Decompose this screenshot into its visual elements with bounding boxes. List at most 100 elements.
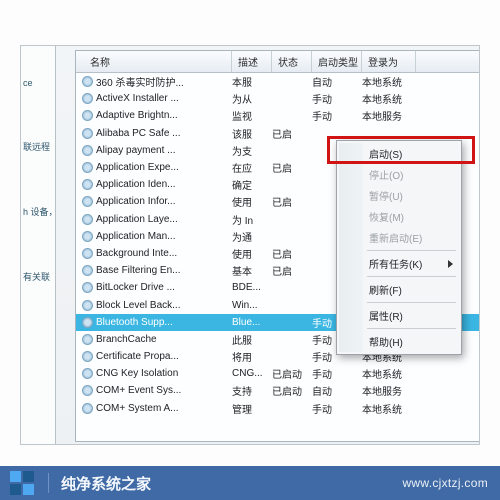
- header-desc[interactable]: 描述: [232, 51, 272, 72]
- gear-icon: [82, 179, 93, 190]
- menu-refresh[interactable]: 刷新(F): [339, 279, 459, 300]
- service-starttype: 自动: [312, 383, 362, 398]
- service-desc: 确定: [232, 177, 272, 192]
- service-name: ActiveX Installer ...: [96, 93, 179, 104]
- service-name: Application Laye...: [96, 214, 178, 225]
- service-starttype: 手动: [312, 401, 362, 416]
- service-status: 已启: [272, 246, 312, 261]
- service-desc: 使用: [232, 246, 272, 261]
- service-desc: BDE...: [232, 282, 272, 293]
- service-starttype: 手动: [312, 108, 362, 123]
- gear-icon: [82, 265, 93, 276]
- service-name: Certificate Propa...: [96, 351, 179, 362]
- service-logon: 本地服务: [362, 383, 416, 398]
- gear-icon: [82, 385, 93, 396]
- gear-icon: [82, 93, 93, 104]
- service-desc: 为支: [232, 143, 272, 158]
- menu-resume: 恢复(M): [339, 206, 459, 227]
- service-name: Bluetooth Supp...: [96, 317, 173, 328]
- service-name: Application Infor...: [96, 196, 176, 207]
- service-starttype: 手动: [312, 366, 362, 381]
- service-desc: 管理: [232, 401, 272, 416]
- gear-icon: [82, 300, 93, 311]
- column-headers: 名称 描述 状态 启动类型 登录为: [76, 51, 480, 73]
- service-name: Application Man...: [96, 231, 176, 242]
- gear-icon: [82, 368, 93, 379]
- gear-icon: [82, 214, 93, 225]
- service-status: 已启: [272, 126, 312, 141]
- gear-icon: [82, 145, 93, 156]
- service-row[interactable]: COM+ Event Sys... 支持已启动自动本地服务: [76, 382, 480, 399]
- service-desc: 为从: [232, 91, 272, 106]
- service-name: Block Level Back...: [96, 300, 180, 311]
- service-name: Application Expe...: [96, 162, 179, 173]
- header-logon[interactable]: 登录为: [362, 51, 416, 72]
- gear-icon: [82, 162, 93, 173]
- header-name[interactable]: 名称: [76, 51, 232, 72]
- service-desc: 该服: [232, 126, 272, 141]
- gear-icon: [82, 110, 93, 121]
- brand-text: 纯净系统之家: [61, 473, 151, 494]
- service-logon: 本地系统: [362, 401, 416, 416]
- service-status: 已启动: [272, 383, 312, 398]
- service-logon: 本地服务: [362, 108, 416, 123]
- header-starttype[interactable]: 启动类型: [312, 51, 362, 72]
- service-name: Alipay payment ...: [96, 145, 175, 156]
- service-row[interactable]: Adaptive Brightn... 监视 手动本地服务: [76, 107, 480, 124]
- service-starttype: 自动: [312, 74, 362, 89]
- service-desc: 使用: [232, 194, 272, 209]
- gear-icon: [82, 196, 93, 207]
- context-menu: 启动(S) 停止(O) 暂停(U) 恢复(M) 重新启动(E) 所有任务(K) …: [336, 140, 462, 355]
- service-desc: 支持: [232, 383, 272, 398]
- service-name: COM+ System A...: [96, 403, 179, 414]
- gear-icon: [82, 403, 93, 414]
- service-desc: Win...: [232, 300, 272, 311]
- service-desc: 此服: [232, 332, 272, 347]
- service-desc: 为通: [232, 229, 272, 244]
- service-name: Alibaba PC Safe ...: [96, 128, 181, 139]
- left-fragment: 联远程: [21, 114, 55, 179]
- service-starttype: 手动: [312, 91, 362, 106]
- service-logon: 本地系统: [362, 366, 416, 381]
- service-desc: Blue...: [232, 317, 272, 328]
- service-row[interactable]: COM+ System A... 管理 手动本地系统: [76, 400, 480, 417]
- service-name: COM+ Event Sys...: [96, 385, 181, 396]
- gear-icon: [82, 128, 93, 139]
- service-name: BitLocker Drive ...: [96, 282, 175, 293]
- gear-icon: [82, 334, 93, 345]
- watermark-footer: 纯净系统之家 www.cjxtzj.com: [0, 466, 500, 500]
- service-status: 已启动: [272, 366, 312, 381]
- brand-url: www.cjxtzj.com: [402, 476, 488, 490]
- header-status[interactable]: 状态: [272, 51, 312, 72]
- menu-help[interactable]: 帮助(H): [339, 331, 459, 352]
- menu-properties[interactable]: 属性(R): [339, 305, 459, 326]
- service-desc: 在应: [232, 160, 272, 175]
- service-name: Application Iden...: [96, 179, 176, 190]
- service-row[interactable]: CNG Key IsolationCNG...已启动手动本地系统: [76, 365, 480, 382]
- service-row[interactable]: 360 杀毒实时防护...本服自动本地系统: [76, 73, 480, 90]
- service-desc: 为 In: [232, 212, 272, 227]
- service-name: Background Inte...: [96, 248, 177, 259]
- left-fragment: ce: [21, 52, 55, 114]
- service-logon: 本地系统: [362, 74, 416, 89]
- service-status: 已启: [272, 263, 312, 278]
- service-name: BranchCache: [96, 334, 157, 345]
- service-status: 已启: [272, 160, 312, 175]
- gear-icon: [82, 282, 93, 293]
- service-row[interactable]: ActiveX Installer ... 为从 手动本地系统: [76, 90, 480, 107]
- gear-icon: [82, 248, 93, 259]
- gear-icon: [82, 76, 93, 87]
- service-logon: 本地系统: [362, 91, 416, 106]
- menu-pause: 暂停(U): [339, 185, 459, 206]
- service-name: Base Filtering En...: [96, 265, 180, 276]
- left-fragment: 有关联: [21, 244, 55, 309]
- service-name: Adaptive Brightn...: [96, 110, 178, 121]
- menu-all-tasks[interactable]: 所有任务(K): [339, 253, 459, 274]
- service-status: 已启: [272, 194, 312, 209]
- menu-start[interactable]: 启动(S): [339, 143, 459, 164]
- logo-icon: [10, 471, 36, 495]
- service-desc: 监视: [232, 108, 272, 123]
- service-desc: 本服: [232, 74, 272, 89]
- gear-icon: [82, 351, 93, 362]
- service-name: CNG Key Isolation: [96, 368, 178, 379]
